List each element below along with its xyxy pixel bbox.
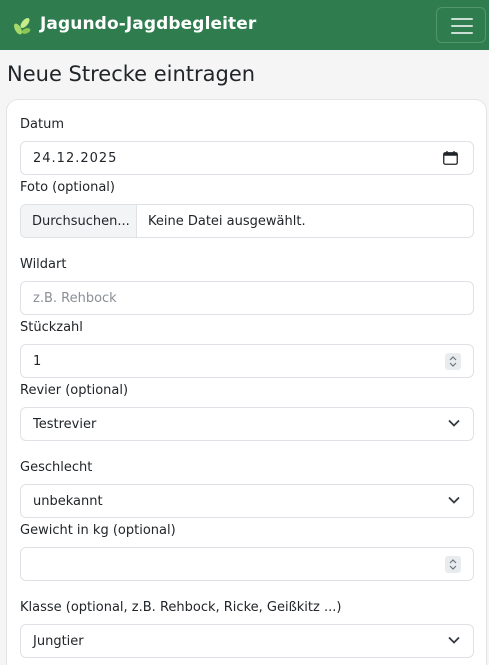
class-label: Klasse (optional, z.B. Rehbock, Ricke, G… xyxy=(20,600,342,615)
territory-select[interactable]: Testrevier xyxy=(20,407,474,441)
territory-label: Revier (optional) xyxy=(20,383,129,398)
navbar: Jagundo-Jagdbegleiter xyxy=(0,0,489,50)
sex-value: unbekannt xyxy=(33,494,103,509)
file-status: Keine Datei ausgewählt. xyxy=(148,214,306,229)
browse-button-label: Durchsuchen... xyxy=(32,214,130,229)
class-value: Jungtier xyxy=(33,634,84,649)
species-input[interactable]: z.B. Rehbock xyxy=(20,281,474,315)
menu-toggle-button[interactable] xyxy=(436,7,486,43)
weight-input[interactable] xyxy=(20,547,474,581)
calendar-icon[interactable] xyxy=(443,151,458,165)
date-label: Datum xyxy=(20,117,64,132)
date-input[interactable]: 24.12.2025 xyxy=(20,141,474,175)
count-spinner[interactable] xyxy=(445,353,461,370)
species-label: Wildart xyxy=(20,257,67,272)
count-input[interactable]: 1 xyxy=(20,344,474,378)
page-title: Neue Strecke eintragen xyxy=(7,62,256,86)
browse-button[interactable]: Durchsuchen... xyxy=(21,205,137,237)
spinner-arrows-icon xyxy=(449,356,457,367)
leaf-icon xyxy=(14,18,31,35)
hamburger-menu-icon xyxy=(451,18,473,20)
chevron-down-icon xyxy=(448,419,460,427)
weight-label: Gewicht in kg (optional) xyxy=(20,523,176,538)
chevron-down-icon xyxy=(448,496,460,504)
class-select[interactable]: Jungtier xyxy=(20,624,474,658)
count-label: Stückzahl xyxy=(20,320,83,335)
territory-value: Testrevier xyxy=(33,417,97,432)
sex-label: Geschlecht xyxy=(20,460,93,475)
count-value: 1 xyxy=(33,354,42,369)
weight-spinner[interactable] xyxy=(445,556,461,573)
photo-file-input[interactable]: Durchsuchen... Keine Datei ausgewählt. xyxy=(20,204,474,238)
sex-select[interactable]: unbekannt xyxy=(20,484,474,518)
photo-label: Foto (optional) xyxy=(20,180,115,195)
chevron-down-icon xyxy=(448,636,460,644)
species-placeholder: z.B. Rehbock xyxy=(33,291,117,306)
spinner-arrows-icon xyxy=(449,559,457,570)
date-value: 24.12.2025 xyxy=(33,151,118,166)
brand-name[interactable]: Jagundo-Jagdbegleiter xyxy=(40,14,256,34)
